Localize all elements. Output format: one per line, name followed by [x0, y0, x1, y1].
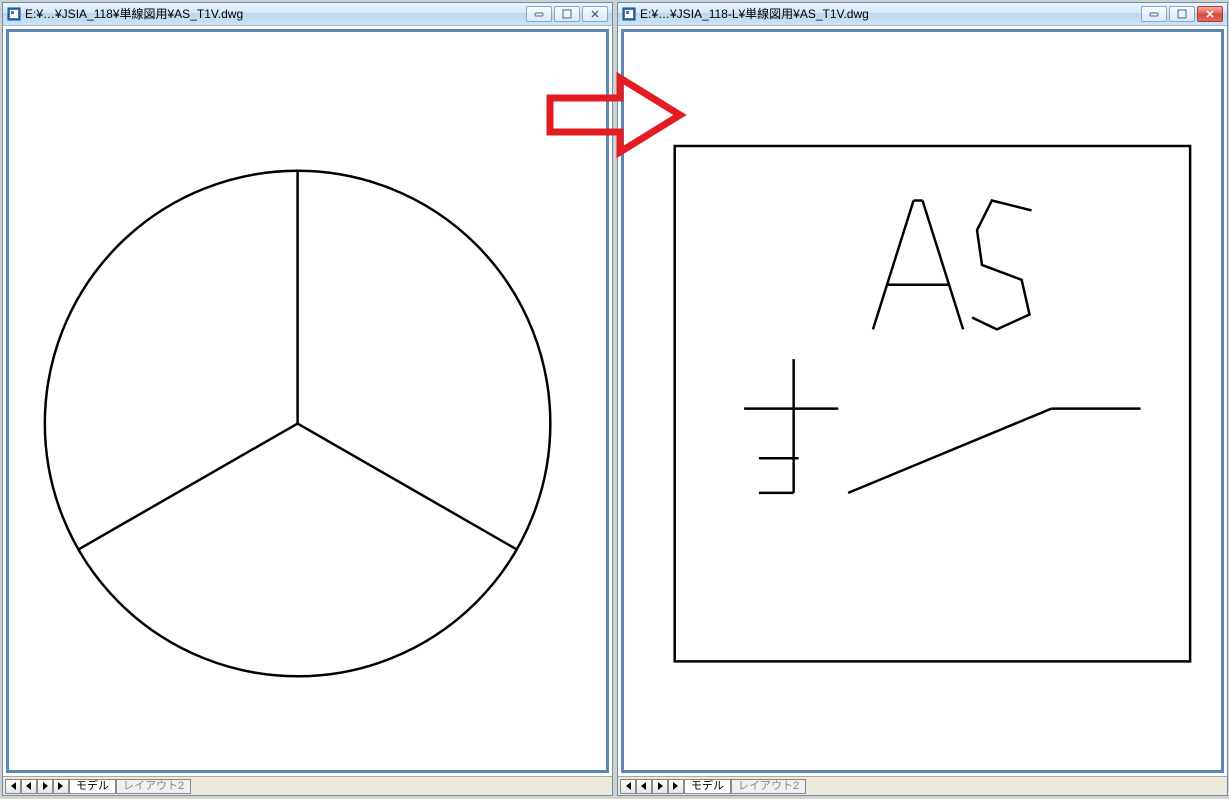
- nav-first-button[interactable]: [5, 779, 21, 794]
- drawing-right: [624, 32, 1221, 770]
- window-controls-left: [526, 6, 608, 22]
- window-title-left: E:¥…¥JSIA_118¥単線図用¥AS_T1V.dwg: [25, 5, 526, 22]
- canvas-left[interactable]: [6, 29, 609, 773]
- tab-model[interactable]: モデル: [684, 779, 731, 794]
- window-controls-right: [1141, 6, 1223, 22]
- maximize-button[interactable]: [554, 6, 580, 22]
- nav-prev-button[interactable]: [21, 779, 37, 794]
- canvas-right[interactable]: [621, 29, 1224, 773]
- drawing-left: [9, 32, 606, 770]
- nav-last-button[interactable]: [668, 779, 684, 794]
- nav-prev-button[interactable]: [636, 779, 652, 794]
- nav-first-button[interactable]: [620, 779, 636, 794]
- window-title-right: E:¥…¥JSIA_118-L¥単線図用¥AS_T1V.dwg: [640, 5, 1141, 22]
- close-button[interactable]: [1197, 6, 1223, 22]
- nav-next-button[interactable]: [652, 779, 668, 794]
- app-icon: [622, 7, 636, 21]
- tab-model[interactable]: モデル: [69, 779, 116, 794]
- app-icon: [7, 7, 21, 21]
- window-right: E:¥…¥JSIA_118-L¥単線図用¥AS_T1V.dwg: [617, 2, 1228, 796]
- titlebar-left[interactable]: E:¥…¥JSIA_118¥単線図用¥AS_T1V.dwg: [3, 3, 612, 26]
- nav-last-button[interactable]: [53, 779, 69, 794]
- statusbar-left: モデル レイアウト2: [3, 776, 612, 795]
- window-left: E:¥…¥JSIA_118¥単線図用¥AS_T1V.dwg モデル レイアウト2: [2, 2, 613, 796]
- statusbar-right: モデル レイアウト2: [618, 776, 1227, 795]
- tab-layout[interactable]: レイアウト2: [116, 779, 191, 794]
- maximize-button[interactable]: [1169, 6, 1195, 22]
- tab-layout[interactable]: レイアウト2: [731, 779, 806, 794]
- titlebar-right[interactable]: E:¥…¥JSIA_118-L¥単線図用¥AS_T1V.dwg: [618, 3, 1227, 26]
- close-button[interactable]: [582, 6, 608, 22]
- nav-next-button[interactable]: [37, 779, 53, 794]
- minimize-button[interactable]: [526, 6, 552, 22]
- minimize-button[interactable]: [1141, 6, 1167, 22]
